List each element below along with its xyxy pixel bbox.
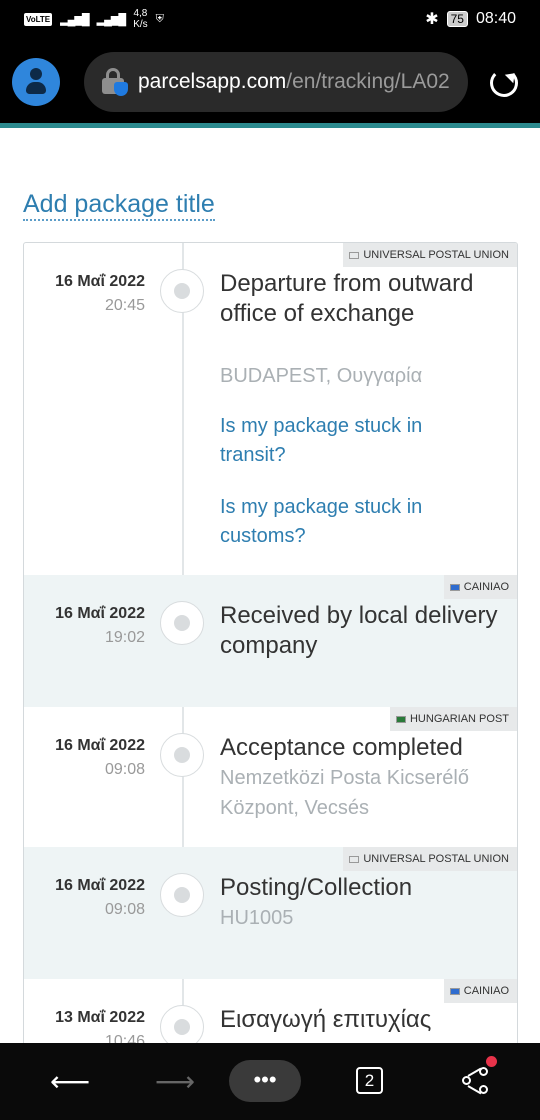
hungarian-post-logo-icon [395,715,406,723]
clock: 08:40 [475,10,516,27]
address-bar[interactable]: parcelsapp.com/en/tracking/LA02 [84,52,468,112]
event-title: Posting/Collection [220,874,413,901]
reload-icon[interactable] [490,69,518,97]
bluetooth-icon: ✱ [425,11,439,28]
timeline-dot-icon [160,601,204,645]
timeline-dot-icon [160,269,204,313]
timeline-dot-icon [160,733,204,777]
event-date: 16 Μαΐ 2022 [55,605,145,622]
timeline-event: HUNGARIAN POST 16 Μαΐ 2022 09:08 Accepta… [24,707,517,847]
event-title: Εισαγωγή επιτυχίας [220,1006,432,1033]
timeline-dot-icon [160,1005,204,1043]
network-speed: 4,8 K/s [133,8,148,30]
timeline-event: UNIVERSAL POSTAL UNION 16 Μαΐ 2022 20:45… [24,243,517,575]
event-date: 16 Μαΐ 2022 [55,877,145,894]
stuck-in-customs-link[interactable]: Is my package stuck in customs? [220,493,490,551]
event-location: Nemzetközi Posta Kicserélő Központ, Vecs… [220,767,469,819]
cainiao-logo-icon [449,987,460,995]
carrier-badge: HUNGARIAN POST [389,707,517,731]
event-location: HU1005 [220,907,294,929]
status-bar: VoLTE ▂▄▆█ ▂▄▆█ 4,8 K/s ⛨ ✱ 75 08:40 [0,0,540,40]
carrier-badge: CAINIAO [443,575,517,599]
timeline-event: UNIVERSAL POSTAL UNION 16 Μαΐ 2022 09:08… [24,847,517,979]
carrier-badge: UNIVERSAL POSTAL UNION [343,847,517,871]
event-title: Acceptance completed [220,734,463,761]
event-date: 13 Μαΐ 2022 [55,1009,145,1026]
timeline-event: CAINIAO 16 Μαΐ 2022 19:02 Received by lo… [24,575,517,707]
url-host: parcelsapp.com [138,70,287,93]
event-date: 16 Μαΐ 2022 [55,273,145,290]
event-time: 09:08 [104,901,145,918]
add-package-title-link[interactable]: Add package title [23,189,215,221]
carrier-badge: CAINIAO [443,979,517,1003]
forward-arrow-icon[interactable]: ⟶ [155,1065,195,1099]
stuck-in-transit-link[interactable]: Is my package stuck in transit? [220,412,490,470]
event-date: 16 Μαΐ 2022 [55,737,145,754]
back-arrow-icon[interactable]: ⟵ [50,1065,90,1099]
page-content[interactable]: Add package title UNIVERSAL POSTAL UNION… [0,128,540,1043]
timeline-event: CAINIAO 13 Μαΐ 2022 10:46 Εισαγωγή επιτυ… [24,979,517,1043]
share-icon[interactable] [462,1067,490,1095]
tracking-timeline: UNIVERSAL POSTAL UNION 16 Μαΐ 2022 20:45… [23,242,518,1043]
battery-indicator: 75 [446,11,468,27]
event-title: Received by local delivery company [220,602,498,659]
globe-icon [349,251,360,259]
notification-dot [486,1056,497,1067]
event-time: 09:08 [104,761,145,778]
timeline-dot-icon [160,873,204,917]
event-title: Departure from outward office of exchang… [220,270,474,327]
menu-button[interactable]: ••• [229,1060,301,1102]
shield-icon: ⛨ [155,12,164,25]
globe-icon [349,855,360,863]
profile-avatar[interactable] [12,58,60,106]
lock-icon [102,68,128,96]
event-time: 10:46 [104,1033,145,1043]
url-path: /en/tracking/LA02 [286,70,450,93]
tabs-button[interactable]: 2 [356,1067,383,1094]
browser-bottom-bar: ⟵ ⟶ ••• 2 [0,1043,540,1120]
browser-toolbar: parcelsapp.com/en/tracking/LA02 [0,40,540,126]
event-location: BUDAPEST, Ουγγαρία [220,365,423,387]
volte-badge: VoLTE [24,12,53,26]
event-time: 20:45 [104,297,145,314]
signal-icon: ▂▄▆█ [60,13,89,26]
cainiao-logo-icon [449,583,460,591]
signal-icon-2: ▂▄▆█ [96,13,126,26]
carrier-badge: UNIVERSAL POSTAL UNION [343,243,517,267]
url-text[interactable]: parcelsapp.com/en/tracking/LA02 [138,70,450,94]
event-time: 19:02 [104,629,145,646]
